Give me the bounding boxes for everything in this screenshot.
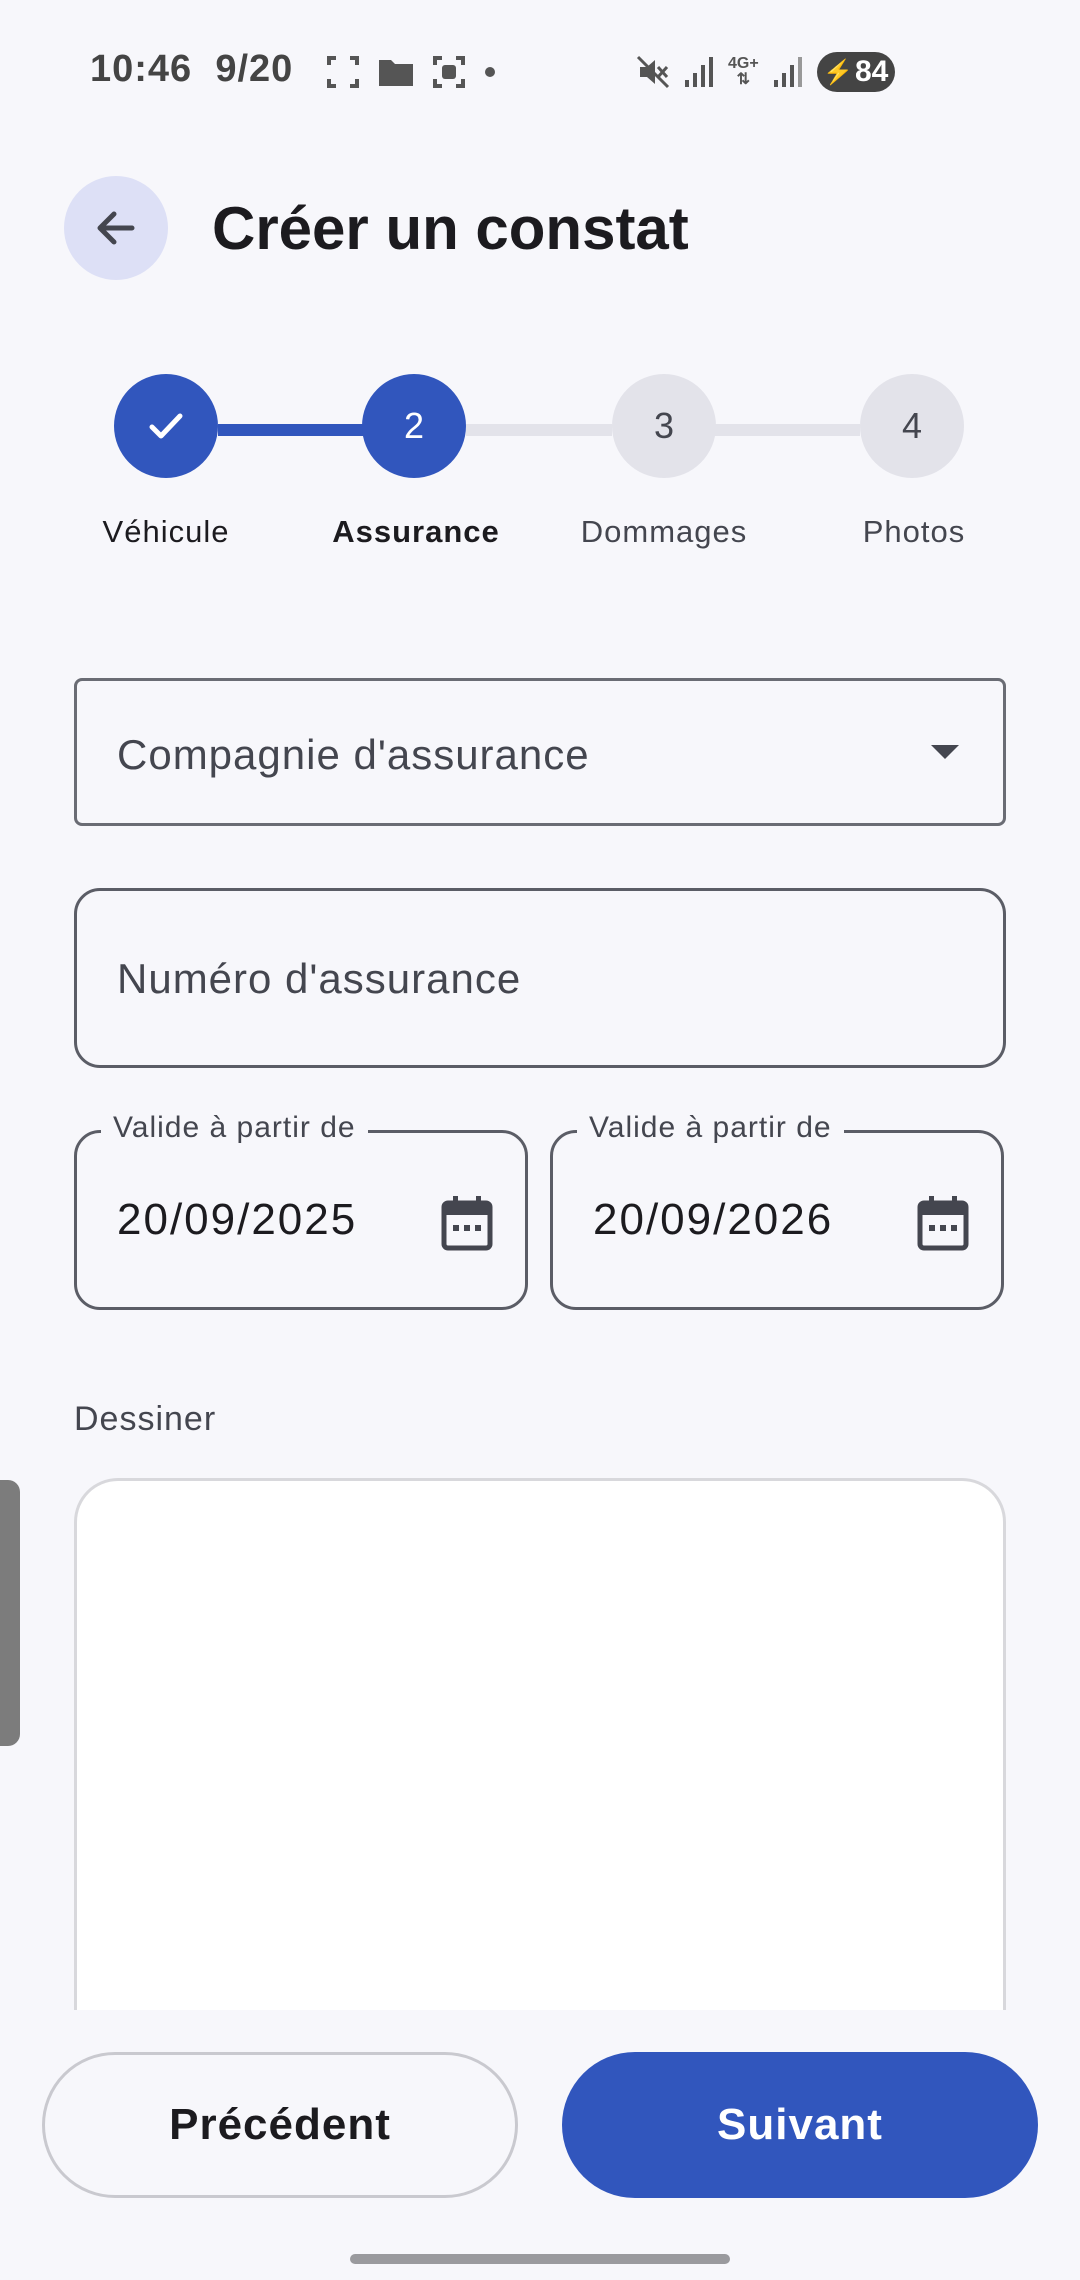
battery-indicator: ⚡ 84: [816, 52, 895, 92]
progress-stepper: 2 3 4 Véhicule Assurance Dommages Photos: [0, 374, 1080, 574]
arrow-back-icon: [97, 211, 135, 245]
network-type: 4G+ ⇅: [728, 55, 759, 88]
battery-level: 84: [854, 55, 889, 88]
charging-icon: ⚡: [823, 58, 853, 86]
screen-record-icon: [433, 56, 465, 88]
step-2-circle[interactable]: 2: [362, 374, 466, 478]
insurance-company-placeholder: Compagnie d'assurance: [117, 731, 590, 778]
insurance-company-dropdown[interactable]: Compagnie d'assurance: [74, 678, 1006, 826]
insurance-number-input[interactable]: Numéro d'assurance: [74, 888, 1006, 1068]
status-clock: 10:46: [90, 48, 193, 90]
step-2-label: Assurance: [332, 514, 500, 549]
edge-panel-handle[interactable]: [0, 1480, 20, 1746]
status-date: 9/20: [215, 48, 294, 90]
mute-icon: [636, 55, 670, 89]
app-header: Créer un constat: [64, 176, 689, 280]
step-connector-3: [714, 424, 860, 436]
valid-until-date-field[interactable]: Valide à partir de 20/09/2026: [550, 1111, 1004, 1310]
step-1-label: Véhicule: [102, 514, 230, 549]
gesture-navigation-bar[interactable]: [350, 2254, 730, 2264]
step-3-label: Dommages: [580, 514, 748, 549]
valid-until-value: 20/09/2026: [593, 1195, 834, 1244]
valid-from-value: 20/09/2025: [117, 1195, 358, 1244]
draw-section-label: Dessiner: [74, 1400, 217, 1438]
back-button[interactable]: [64, 176, 168, 280]
signature-drawing-canvas[interactable]: [74, 1478, 1006, 2038]
previous-button[interactable]: Précédent: [42, 2052, 518, 2198]
status-notification-icons: [326, 54, 496, 90]
step-connector-1: [218, 424, 364, 436]
calendar-icon[interactable]: [441, 1195, 493, 1251]
status-system-icons: 4G+ ⇅ ⚡ 84: [636, 52, 895, 92]
signal-icon-2: [773, 57, 802, 87]
step-4-label: Photos: [862, 514, 966, 549]
status-time: 10:46 9/20: [90, 48, 293, 91]
step-4-circle[interactable]: 4: [860, 374, 964, 478]
network-type-label: 4G+: [728, 55, 759, 72]
page-title: Créer un constat: [212, 194, 689, 262]
screenshot-icon: [327, 56, 359, 88]
check-icon: [149, 413, 183, 439]
dropdown-arrow-icon: [931, 745, 959, 759]
valid-from-date-field[interactable]: Valide à partir de 20/09/2025: [74, 1111, 528, 1310]
signal-icon: [685, 57, 713, 87]
next-button[interactable]: Suivant: [562, 2052, 1038, 2198]
status-bar: 10:46 9/20 4G+ ⇅ ⚡ 84: [0, 0, 1080, 140]
insurance-number-placeholder: Numéro d'assurance: [117, 955, 522, 1002]
step-connector-2: [466, 424, 612, 436]
dot-icon: [485, 67, 495, 77]
folder-icon: [379, 60, 413, 86]
step-1-circle[interactable]: [114, 374, 218, 478]
calendar-icon[interactable]: [917, 1195, 969, 1251]
valid-from-label: Valide à partir de: [101, 1111, 368, 1145]
valid-until-label: Valide à partir de: [577, 1111, 844, 1145]
step-3-circle[interactable]: 3: [612, 374, 716, 478]
